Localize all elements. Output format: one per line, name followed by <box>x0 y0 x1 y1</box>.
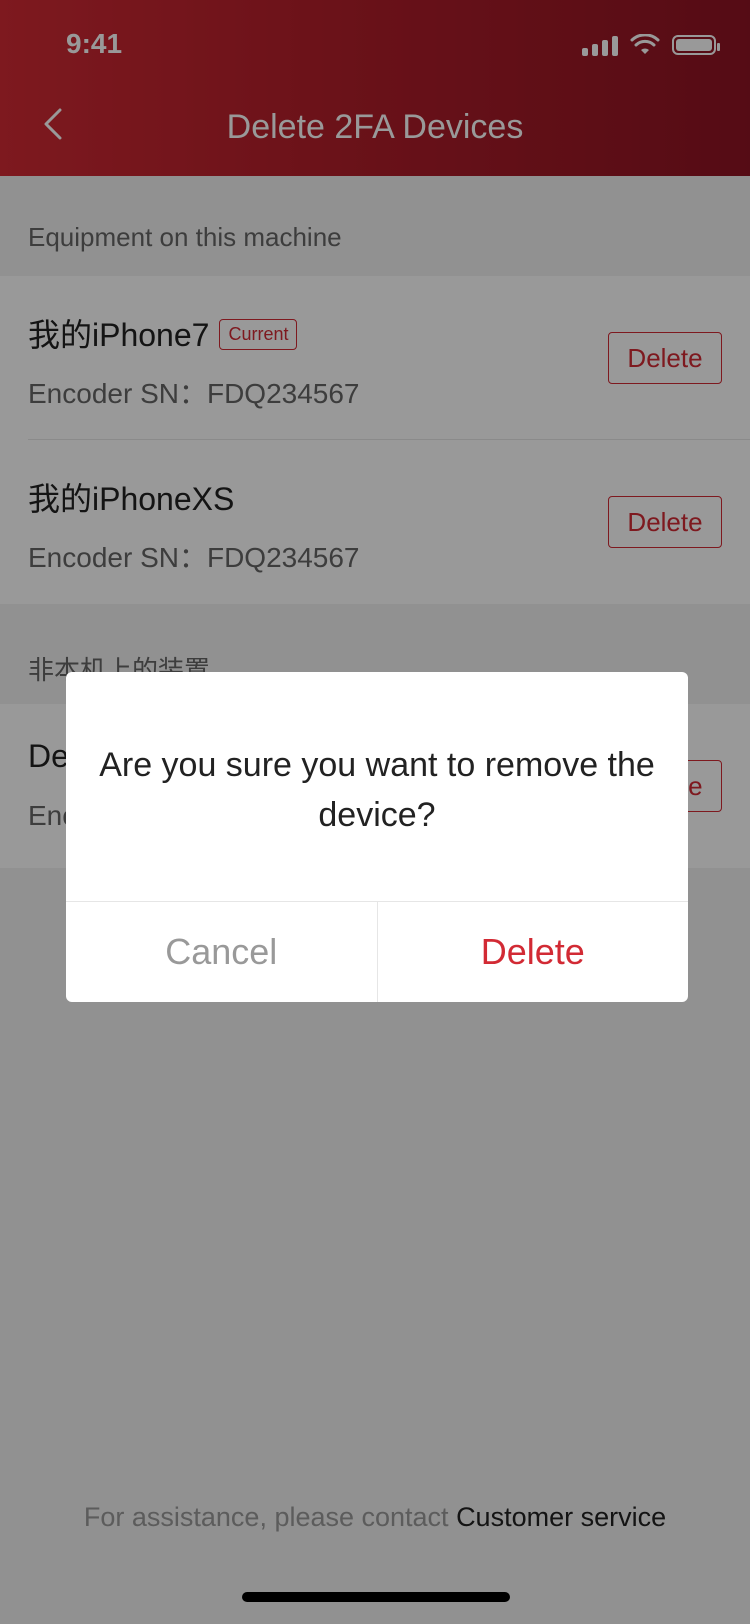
cancel-button[interactable]: Cancel <box>66 902 378 1002</box>
screen: 9:41 Delete 2FA Devices Equipment on thi… <box>0 0 750 1624</box>
home-indicator <box>242 1592 510 1602</box>
dialog-actions: Cancel Delete <box>66 901 688 1002</box>
dialog-message: Are you sure you want to remove the devi… <box>99 746 655 834</box>
confirm-dialog: Are you sure you want to remove the devi… <box>66 672 688 1002</box>
confirm-delete-button[interactable]: Delete <box>378 902 689 1002</box>
